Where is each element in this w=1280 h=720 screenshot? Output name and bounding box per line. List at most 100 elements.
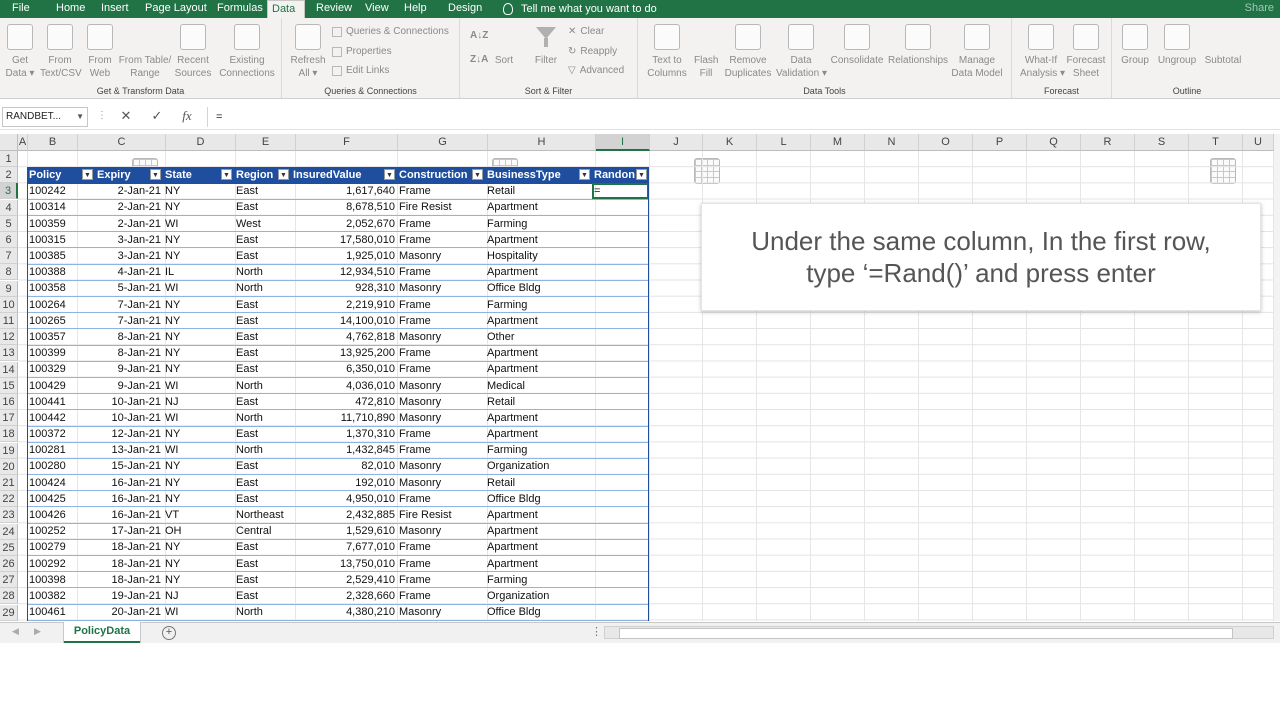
table-cell[interactable]: 3-Jan-21 bbox=[95, 247, 163, 265]
table-header-region[interactable]: Region ▼ bbox=[234, 167, 291, 184]
table-cell[interactable]: Apartment bbox=[485, 555, 592, 573]
table-cell[interactable] bbox=[592, 312, 649, 330]
table-cell[interactable]: 100424 bbox=[27, 474, 95, 492]
column-header-t[interactable]: T bbox=[1189, 134, 1243, 151]
table-cell[interactable]: 8,678,510 bbox=[291, 199, 397, 217]
table-cell[interactable]: East bbox=[234, 312, 291, 330]
table-cell[interactable]: Organization bbox=[485, 587, 592, 605]
table-cell[interactable]: Northeast bbox=[234, 506, 291, 524]
row-header-11[interactable]: 11 bbox=[0, 313, 18, 329]
table-cell[interactable]: NY bbox=[163, 361, 234, 378]
share-button[interactable]: Share bbox=[1245, 0, 1274, 16]
column-header-u[interactable]: U bbox=[1243, 134, 1274, 151]
table-cell[interactable]: NY bbox=[163, 247, 234, 265]
table-cell[interactable]: NY bbox=[163, 490, 234, 508]
table-cell[interactable]: 100264 bbox=[27, 296, 95, 314]
table-cell[interactable]: East bbox=[234, 345, 291, 362]
sort-za-button[interactable]: Z↓A bbox=[470, 54, 488, 65]
table-cell[interactable]: WI bbox=[163, 280, 234, 298]
table-cell[interactable] bbox=[592, 506, 649, 524]
table-cell[interactable]: 8-Jan-21 bbox=[95, 328, 163, 346]
table-cell[interactable] bbox=[592, 231, 649, 249]
table-cell[interactable]: Frame bbox=[397, 345, 485, 362]
table-cell[interactable]: 82,010 bbox=[291, 458, 397, 476]
table-cell[interactable] bbox=[592, 215, 649, 233]
table-cell[interactable] bbox=[592, 523, 649, 540]
table-cell[interactable]: Office Bldg bbox=[485, 604, 592, 621]
policy-table[interactable]: Policy ▼ Expiry ▼ State ▼ Region ▼ InsuredValue ▼… bbox=[27, 167, 649, 621]
table-cell[interactable]: 8-Jan-21 bbox=[95, 345, 163, 362]
table-cell[interactable]: WI bbox=[163, 409, 234, 427]
table-cell[interactable]: Frame bbox=[397, 296, 485, 314]
table-header-state[interactable]: State ▼ bbox=[163, 167, 234, 184]
table-cell[interactable]: Retail bbox=[485, 393, 592, 411]
tab-split-handle-icon[interactable]: ⋮ bbox=[591, 625, 602, 638]
table-cell[interactable]: 100315 bbox=[27, 231, 95, 249]
sort-az-button[interactable]: A↓Z bbox=[470, 30, 488, 41]
table-cell[interactable]: 100314 bbox=[27, 199, 95, 217]
table-cell[interactable]: 1,432,845 bbox=[291, 442, 397, 459]
table-cell[interactable]: NY bbox=[163, 474, 234, 492]
scroll-thumb[interactable] bbox=[619, 628, 1233, 639]
table-cell[interactable]: Frame bbox=[397, 539, 485, 557]
table-cell[interactable]: WI bbox=[163, 442, 234, 459]
table-cell[interactable]: 12,934,510 bbox=[291, 264, 397, 281]
drag-handle-icon[interactable]: ⋮ bbox=[97, 110, 107, 121]
filter-dropdown-icon[interactable]: ▼ bbox=[150, 169, 161, 180]
table-cell[interactable]: 14,100,010 bbox=[291, 312, 397, 330]
table-cell[interactable] bbox=[592, 539, 649, 557]
formula-input[interactable]: = bbox=[207, 107, 1280, 127]
from-web-button[interactable]: From Web bbox=[86, 24, 114, 80]
table-cell[interactable]: Apartment bbox=[485, 426, 592, 443]
table-cell[interactable]: 1,529,610 bbox=[291, 523, 397, 540]
table-cell[interactable]: Organization bbox=[485, 458, 592, 476]
row-header-26[interactable]: 26 bbox=[0, 556, 18, 572]
column-header-p[interactable]: P bbox=[973, 134, 1027, 151]
column-header-i[interactable]: I bbox=[596, 134, 650, 151]
table-cell[interactable]: 3-Jan-21 bbox=[95, 231, 163, 249]
table-cell[interactable]: 11,710,890 bbox=[291, 409, 397, 427]
table-header-policy[interactable]: Policy ▼ bbox=[27, 167, 95, 184]
confirm-entry-icon[interactable]: ✓ bbox=[147, 108, 167, 124]
vertical-scrollbar[interactable] bbox=[1274, 134, 1280, 621]
what-if-analysis-button[interactable]: What-If Analysis ▾ bbox=[1020, 24, 1065, 80]
data-validation-button[interactable]: Data Validation ▾ bbox=[776, 24, 827, 80]
table-cell[interactable] bbox=[592, 296, 649, 314]
table-cell[interactable]: Masonry bbox=[397, 604, 485, 621]
table-cell[interactable]: Apartment bbox=[485, 312, 592, 330]
table-cell[interactable]: 12-Jan-21 bbox=[95, 426, 163, 443]
table-cell[interactable]: 7-Jan-21 bbox=[95, 296, 163, 314]
table-cell[interactable]: East bbox=[234, 231, 291, 249]
table-cell[interactable]: 100242 bbox=[27, 183, 95, 200]
table-cell[interactable]: Masonry bbox=[397, 474, 485, 492]
row-header-16[interactable]: 16 bbox=[0, 394, 18, 410]
column-header-o[interactable]: O bbox=[919, 134, 973, 151]
table-cell[interactable]: Apartment bbox=[485, 231, 592, 249]
manage-data-model-button[interactable]: Manage Data Model bbox=[950, 24, 1004, 80]
table-cell[interactable]: 100252 bbox=[27, 523, 95, 540]
column-header-r[interactable]: R bbox=[1081, 134, 1135, 151]
column-header-c[interactable]: C bbox=[78, 134, 166, 151]
table-cell[interactable]: NJ bbox=[163, 587, 234, 605]
row-header-1[interactable]: 1 bbox=[0, 151, 18, 167]
table-cell[interactable]: North bbox=[234, 280, 291, 298]
row-header-7[interactable]: 7 bbox=[0, 248, 18, 265]
queries-connections-button[interactable]: Queries & Connections bbox=[332, 26, 449, 37]
refresh-all-button[interactable]: Refresh All ▾ bbox=[290, 24, 326, 80]
table-cell[interactable]: 4-Jan-21 bbox=[95, 264, 163, 281]
row-header-18[interactable]: 18 bbox=[0, 426, 18, 443]
table-header-construction[interactable]: Construction ▼ bbox=[397, 167, 485, 184]
table-cell[interactable]: Frame bbox=[397, 490, 485, 508]
table-cell[interactable]: WI bbox=[163, 377, 234, 395]
column-header-j[interactable]: J bbox=[650, 134, 703, 151]
tab-design[interactable]: Design bbox=[444, 0, 486, 18]
table-cell[interactable]: East bbox=[234, 393, 291, 411]
table-cell[interactable]: 100441 bbox=[27, 393, 95, 411]
sheet-tab-policydata[interactable]: PolicyData bbox=[64, 622, 140, 643]
column-header-b[interactable]: B bbox=[28, 134, 78, 151]
cancel-entry-icon[interactable]: ✕ bbox=[116, 108, 136, 124]
table-cell[interactable]: North bbox=[234, 442, 291, 459]
table-header-expiry[interactable]: Expiry ▼ bbox=[95, 167, 163, 184]
table-cell[interactable]: East bbox=[234, 296, 291, 314]
relationships-button[interactable]: Relationships bbox=[888, 24, 948, 67]
